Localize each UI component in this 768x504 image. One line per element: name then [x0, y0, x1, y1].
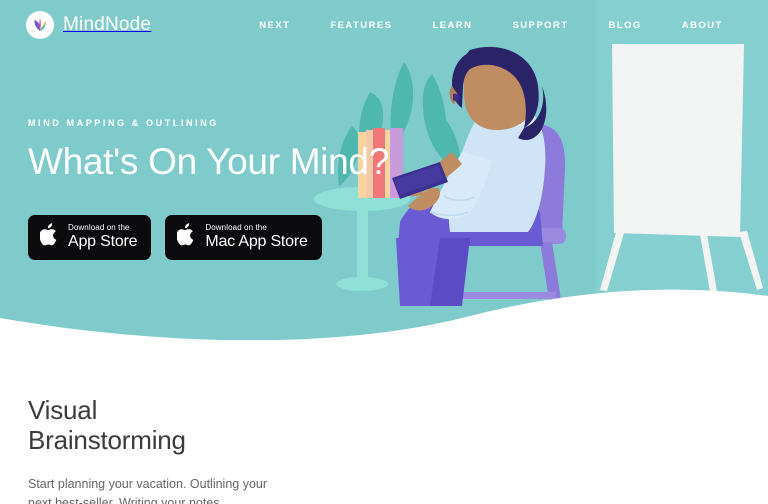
mindnode-tulip-logo-icon	[26, 11, 54, 39]
hero-section: MindNode NEXT FEATURES LEARN SUPPORT BLO…	[0, 0, 768, 340]
store-badges-group: Download on the App Store Download on th…	[28, 214, 389, 260]
section-body: Start planning your vacation. Outlining …	[28, 476, 268, 504]
mac-app-store-badge[interactable]: Download on the Mac App Store	[165, 214, 322, 260]
nav-item-support[interactable]: SUPPORT	[492, 14, 588, 37]
nav-item-blog[interactable]: BLOG	[589, 14, 662, 37]
hero-eyebrow: MIND MAPPING & OUTLINING	[28, 118, 219, 128]
hero-copy-block: MIND MAPPING & OUTLINING What's On Your …	[28, 118, 389, 260]
nav-item-learn[interactable]: LEARN	[412, 14, 492, 37]
apple-logo-icon	[176, 222, 196, 251]
nav-item-next[interactable]: NEXT	[239, 14, 310, 37]
app-store-badge-small: Download on the	[68, 222, 130, 232]
brand-name-text: MindNode	[63, 14, 152, 35]
app-store-badge-text: Download on the App Store	[68, 222, 138, 250]
visual-brainstorming-section: Visual Brainstorming Start planning your…	[28, 395, 448, 504]
nav-links-group: NEXT FEATURES LEARN SUPPORT BLOG ABOUT P…	[239, 9, 768, 42]
landing-page: MindNode NEXT FEATURES LEARN SUPPORT BLO…	[0, 0, 768, 504]
brand-logo-link[interactable]: MindNode	[26, 11, 151, 39]
section-title: Visual Brainstorming	[28, 395, 186, 455]
nav-item-features[interactable]: FEATURES	[310, 14, 412, 37]
mac-app-store-badge-small: Download on the	[205, 222, 267, 232]
mac-app-store-badge-big: Mac App Store	[205, 232, 308, 250]
hero-headline: What's On Your Mind?	[28, 141, 389, 182]
apple-logo-icon	[39, 222, 59, 251]
app-store-badge-big: App Store	[68, 232, 138, 250]
app-store-badge[interactable]: Download on the App Store	[28, 214, 152, 260]
mac-app-store-badge-text: Download on the Mac App Store	[205, 222, 308, 250]
top-navigation-bar: MindNode NEXT FEATURES LEARN SUPPORT BLO…	[0, 0, 768, 50]
nav-item-about[interactable]: ABOUT	[662, 14, 743, 37]
